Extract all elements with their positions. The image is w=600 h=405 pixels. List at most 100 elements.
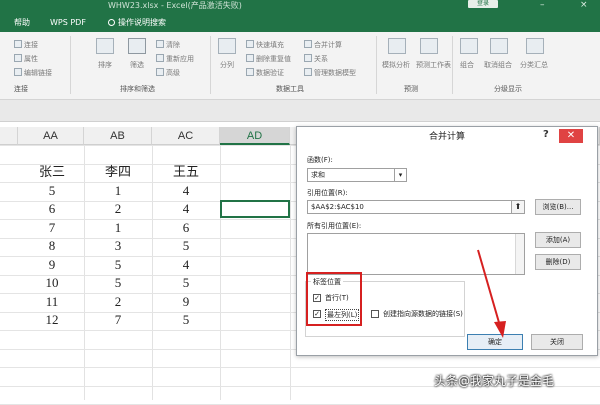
function-value: 求和 <box>311 171 325 179</box>
chevron-down-icon[interactable]: ▾ <box>394 169 406 181</box>
add-button[interactable]: 添加(A) <box>535 232 581 248</box>
ribbon: 连接 属性 编辑链接 连接 排序 筛选 清除 重新应用 高级 排序和筛选 分列 … <box>0 32 600 100</box>
lightbulb-icon <box>108 19 115 26</box>
remove-duplicates-button[interactable]: 删除重复值 <box>246 54 291 64</box>
select-all-corner[interactable] <box>0 127 18 145</box>
window-title: WHW23.xlsx - Excel(产品激活失败) <box>108 1 242 10</box>
properties-button[interactable]: 属性 <box>14 54 38 64</box>
cell-ac-9[interactable]: 5 <box>152 311 220 329</box>
column-header-ab[interactable]: AB <box>84 127 152 145</box>
cell-aa-2[interactable]: 5 <box>18 182 86 200</box>
subtotal-icon[interactable] <box>526 38 544 54</box>
cell-ab-9[interactable]: 7 <box>84 311 152 329</box>
watermark: 头条@我家丸子是金毛 <box>434 374 555 388</box>
cell-ac-3[interactable]: 4 <box>152 200 220 218</box>
cell-aa-7[interactable]: 10 <box>18 274 86 292</box>
cell-ac-8[interactable]: 9 <box>152 293 220 311</box>
function-select[interactable]: 求和 ▾ <box>307 168 407 182</box>
cell-ab-2[interactable]: 1 <box>84 182 152 200</box>
what-if-icon[interactable] <box>388 38 406 54</box>
edit-links-button[interactable]: 编辑链接 <box>14 68 52 78</box>
cell-aa-8[interactable]: 11 <box>18 293 86 311</box>
cell-ac-7[interactable]: 5 <box>152 274 220 292</box>
label-options-highlight <box>306 272 362 326</box>
delete-button[interactable]: 删除(D) <box>535 254 581 270</box>
filter-icon[interactable] <box>128 38 146 54</box>
cell-ab-3[interactable]: 2 <box>84 200 152 218</box>
tab-help[interactable]: 帮助 <box>14 16 30 30</box>
cell-ab-7[interactable]: 5 <box>84 274 152 292</box>
cell-ac-2[interactable]: 4 <box>152 182 220 200</box>
clear-button[interactable]: 清除 <box>156 40 180 50</box>
data-validation-icon <box>246 68 254 76</box>
consolidate-button[interactable]: 合并计算 <box>304 40 342 50</box>
flash-fill-button[interactable]: 快速填充 <box>246 40 284 50</box>
cell-aa-1[interactable]: 张三 <box>18 163 86 181</box>
forecast-sheet-icon[interactable] <box>420 38 438 54</box>
cell-aa-6[interactable]: 9 <box>18 256 86 274</box>
link-source-checkbox[interactable] <box>371 310 379 318</box>
cell-ab-1[interactable]: 李四 <box>84 163 152 181</box>
cell-ab-5[interactable]: 3 <box>84 237 152 255</box>
cell-ab-8[interactable]: 2 <box>84 293 152 311</box>
close-button[interactable]: 关闭 <box>531 334 583 350</box>
active-cell-ad[interactable] <box>220 200 290 218</box>
cell-aa-3[interactable]: 6 <box>18 200 86 218</box>
reference-input[interactable]: $AA$2:$AC$10 <box>307 200 525 214</box>
cell-ab-4[interactable]: 1 <box>84 219 152 237</box>
close-icon[interactable]: ✕ <box>559 129 583 143</box>
grid-line <box>220 145 221 400</box>
link-source-label: 创建指向源数据的链接(S) <box>383 310 463 318</box>
subtotal-button[interactable]: 分类汇总 <box>520 60 548 70</box>
all-references-list[interactable] <box>307 233 525 275</box>
cell-ab-6[interactable]: 5 <box>84 256 152 274</box>
column-header-ac[interactable]: AC <box>152 127 220 145</box>
group-icon[interactable] <box>460 38 478 54</box>
column-header-ad[interactable]: AD <box>220 127 290 145</box>
ungroup-icon[interactable] <box>490 38 508 54</box>
cell-aa-4[interactable]: 7 <box>18 219 86 237</box>
reapply-icon <box>156 54 164 62</box>
data-model-button[interactable]: 管理数据模型 <box>304 68 356 78</box>
cell-ac-4[interactable]: 6 <box>152 219 220 237</box>
browse-button[interactable]: 浏览(B)... <box>535 199 581 215</box>
ungroup-button[interactable]: 取消组合 <box>484 60 512 70</box>
group-label-sort-filter: 排序和筛选 <box>120 85 155 93</box>
scrollbar[interactable] <box>515 234 524 274</box>
ok-button[interactable]: 确定 <box>467 334 523 350</box>
grid-line <box>290 145 291 400</box>
text-to-columns-icon[interactable] <box>218 38 236 54</box>
advanced-button[interactable]: 高级 <box>156 68 180 78</box>
cell-aa-9[interactable]: 12 <box>18 311 86 329</box>
remove-duplicates-icon <box>246 54 254 62</box>
reapply-button[interactable]: 重新应用 <box>156 54 194 64</box>
data-validation-button[interactable]: 数据验证 <box>246 68 284 78</box>
forecast-sheet-button[interactable]: 预测工作表 <box>416 60 451 70</box>
tell-me-search[interactable]: 操作说明搜索 <box>108 16 166 30</box>
tell-me-label: 操作说明搜索 <box>118 18 166 27</box>
formula-bar-area <box>0 100 600 122</box>
sort-icon[interactable] <box>96 38 114 54</box>
title-bar: WHW23.xlsx - Excel(产品激活失败) 登录 – × <box>0 0 600 12</box>
properties-icon <box>14 54 22 62</box>
column-header-aa[interactable]: AA <box>18 127 84 145</box>
group-button[interactable]: 组合 <box>460 60 474 70</box>
collapse-dialog-icon[interactable]: ⬆ <box>511 200 525 214</box>
text-to-columns-button[interactable]: 分列 <box>220 60 234 70</box>
minimize-icon[interactable]: – <box>540 0 550 10</box>
sort-button[interactable]: 排序 <box>98 60 112 70</box>
close-window-icon[interactable]: × <box>580 0 590 10</box>
cell-ac-6[interactable]: 4 <box>152 256 220 274</box>
connections-button[interactable]: 连接 <box>14 40 38 50</box>
filter-button[interactable]: 筛选 <box>130 60 144 70</box>
cell-ac-1[interactable]: 王五 <box>152 163 220 181</box>
cell-ac-5[interactable]: 5 <box>152 237 220 255</box>
group-label-outline: 分级显示 <box>494 85 522 93</box>
relationships-button[interactable]: 关系 <box>304 54 328 64</box>
login-button[interactable]: 登录 <box>468 0 498 8</box>
connection-icon <box>14 40 22 48</box>
cell-aa-5[interactable]: 8 <box>18 237 86 255</box>
tab-wps-pdf[interactable]: WPS PDF <box>50 16 86 30</box>
help-icon[interactable]: ? <box>543 129 549 140</box>
what-if-button[interactable]: 模拟分析 <box>382 60 410 70</box>
